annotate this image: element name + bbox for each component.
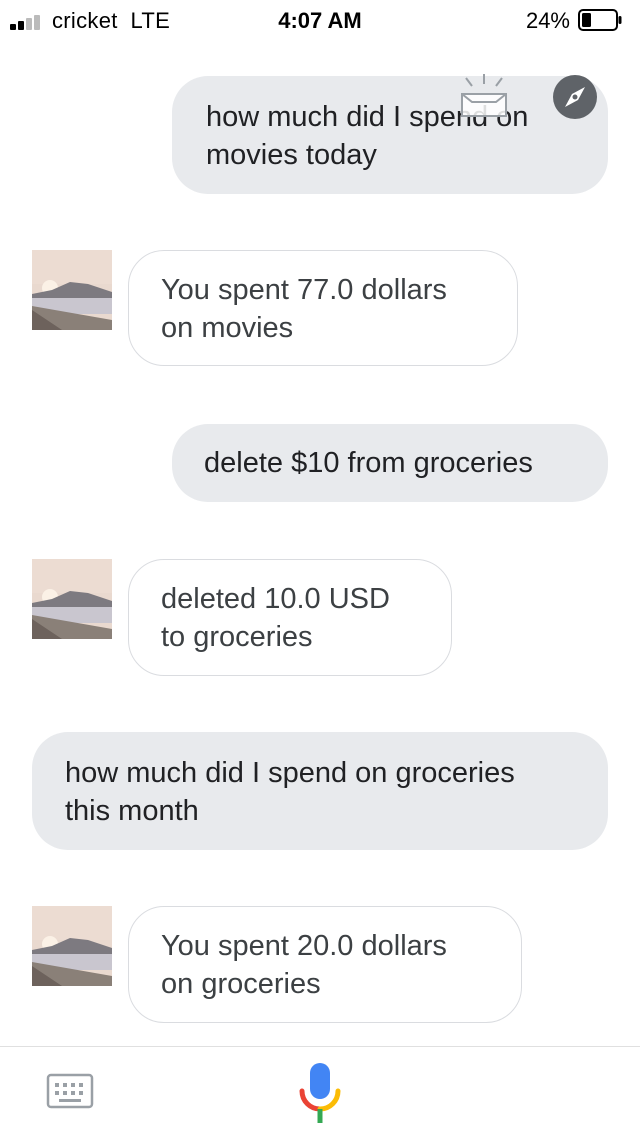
assistant-message: You spent 20.0 dollars on groceries — [128, 906, 522, 1023]
microphone-icon[interactable] — [296, 1061, 344, 1125]
message-text: how much did I spend on movies today — [206, 101, 529, 171]
message-text: deleted 10.0 USD to groceries — [161, 583, 390, 653]
avatar-sunset-image — [32, 559, 112, 639]
message-text: delete $10 from groceries — [204, 447, 533, 479]
status-bar: cricket LTE 4:07 AM 24% — [0, 0, 640, 40]
message-text: You spent 77.0 dollars on movies — [161, 274, 447, 344]
assistant-message: You spent 77.0 dollars on movies — [128, 250, 518, 366]
assistant-avatar — [32, 250, 112, 330]
assistant-avatar — [32, 906, 112, 986]
assistant-message: deleted 10.0 USD to groceries — [128, 559, 452, 676]
user-message: how much did I spend on movies today — [172, 76, 608, 194]
message-text: You spent 20.0 dollars on groceries — [161, 930, 447, 1000]
avatar-sunset-image — [32, 906, 112, 986]
compass-icon[interactable] — [552, 74, 598, 120]
user-message: delete $10 from groceries — [172, 424, 608, 502]
avatar-sunset-image — [32, 250, 112, 330]
input-bar — [0, 1046, 640, 1137]
tray-signal-icon — [461, 74, 507, 117]
battery-percent: 24% — [525, 8, 570, 33]
user-message: how much did I spend on groceries this m… — [32, 732, 608, 850]
assistant-avatar — [32, 559, 112, 639]
keyboard-icon[interactable] — [46, 1073, 94, 1109]
message-text: how much did I spend on groceries this m… — [65, 757, 515, 827]
battery-icon — [578, 9, 622, 31]
